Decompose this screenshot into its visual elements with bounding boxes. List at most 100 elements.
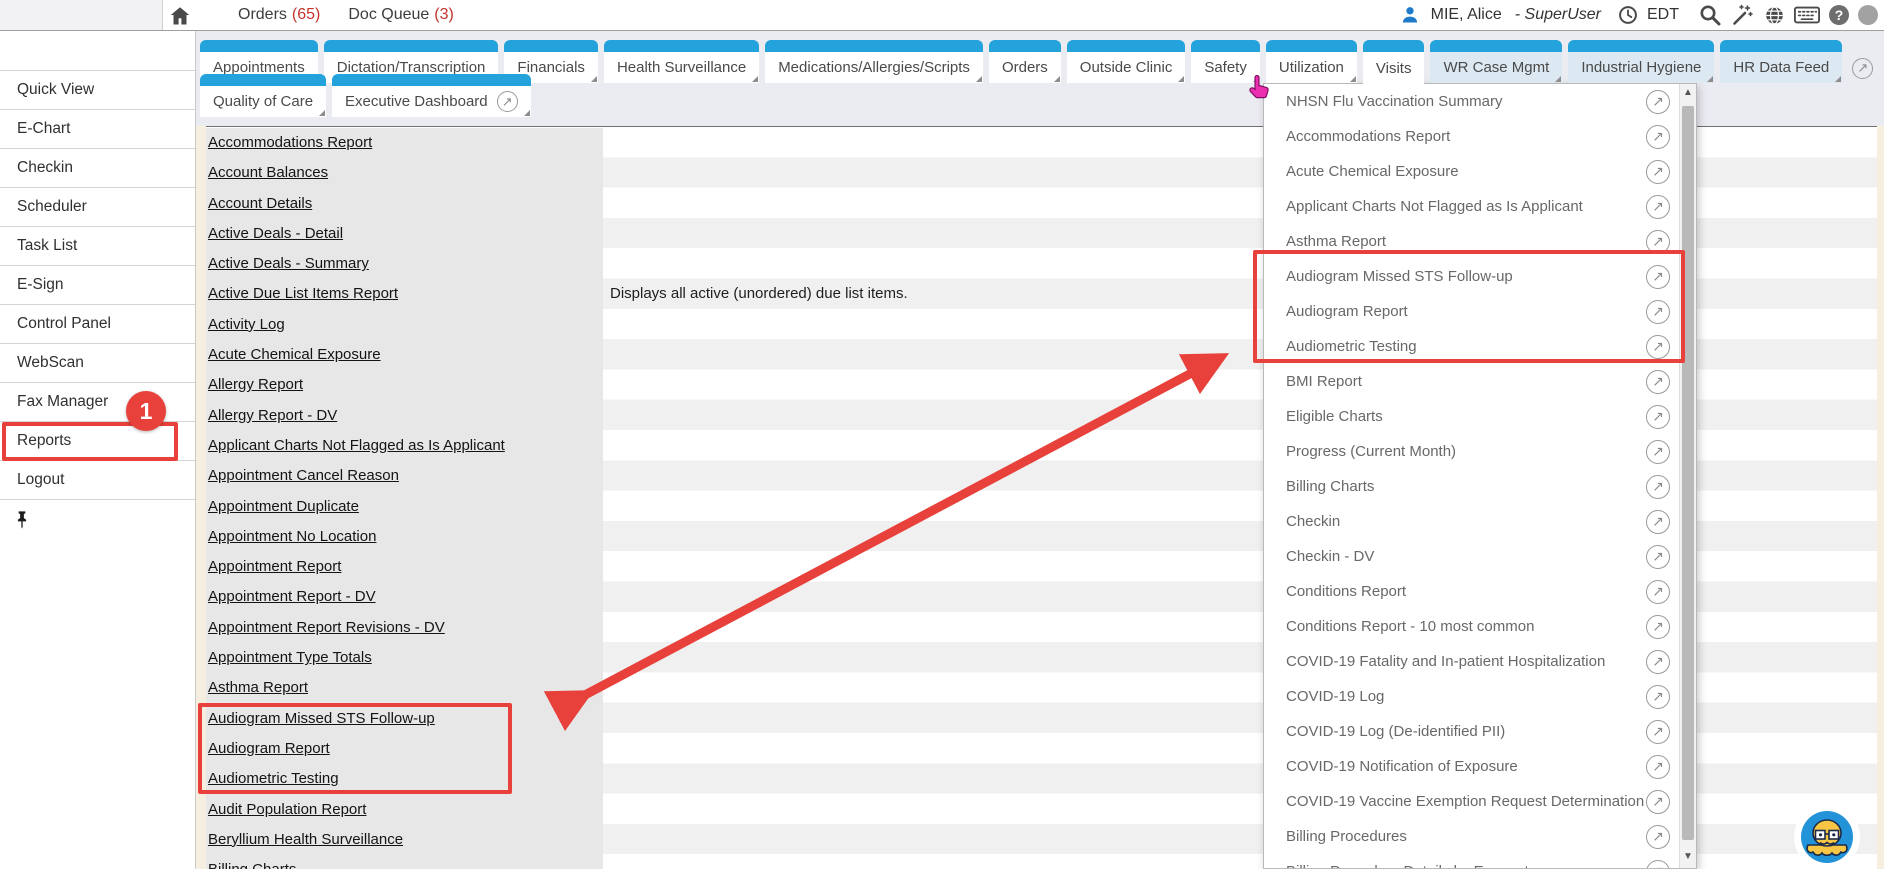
dropdown-item[interactable]: COVID-19 Notification of Exposure ↗: [1264, 749, 1679, 784]
external-link-icon[interactable]: ↗: [1646, 580, 1670, 604]
report-link[interactable]: Active Deals - Summary: [206, 249, 603, 279]
dropdown-item[interactable]: Applicant Charts Not Flagged as Is Appli…: [1264, 189, 1679, 224]
report-link[interactable]: Activity Log: [206, 310, 603, 340]
tab-hr-data-feed[interactable]: HR Data Feed: [1720, 40, 1842, 83]
report-link[interactable]: Appointment Type Totals: [206, 643, 603, 673]
tab-wr-case-mgmt[interactable]: WR Case Mgmt: [1430, 40, 1562, 83]
dropdown-item[interactable]: Conditions Report - 10 most common ↗: [1264, 609, 1679, 644]
scrollbar-thumb[interactable]: [1682, 106, 1694, 840]
dropdown-item[interactable]: Billing Procedure Details by Encounter ↗: [1264, 854, 1679, 868]
external-link-icon[interactable]: ↗: [1646, 510, 1670, 534]
external-link-icon[interactable]: ↗: [1646, 335, 1670, 359]
external-link-icon[interactable]: ↗: [1646, 265, 1670, 289]
report-link[interactable]: Appointment Duplicate: [206, 492, 603, 522]
sidebar-item[interactable]: E-Chart: [0, 110, 195, 149]
sidebar-item[interactable]: Quick View: [0, 71, 195, 110]
external-link-icon[interactable]: ↗: [1646, 615, 1670, 639]
report-link[interactable]: Account Details: [206, 189, 603, 219]
sidebar-item[interactable]: Fax Manager: [0, 383, 195, 422]
report-link[interactable]: Active Due List Items Report: [206, 279, 603, 309]
dropdown-item[interactable]: BMI Report ↗: [1264, 364, 1679, 399]
external-link-icon[interactable]: ↗: [1646, 545, 1670, 569]
sidebar-item[interactable]: Reports: [0, 422, 195, 461]
tab-visits[interactable]: Visits: [1363, 40, 1425, 85]
nav-orders[interactable]: Orders (65): [238, 6, 320, 24]
sidebar-item[interactable]: Task List: [0, 227, 195, 266]
tab-utilization[interactable]: Utilization: [1266, 40, 1357, 83]
report-link[interactable]: Active Deals - Detail: [206, 219, 603, 249]
report-link[interactable]: Account Balances: [206, 158, 603, 188]
external-link-icon[interactable]: ↗: [1646, 160, 1670, 184]
dropdown-item[interactable]: Billing Procedures ↗: [1264, 819, 1679, 854]
external-link-icon[interactable]: ↗: [1646, 685, 1670, 709]
external-link-icon[interactable]: ↗: [1646, 790, 1670, 814]
helper-mascot-icon[interactable]: [1794, 804, 1860, 869]
tab-quality-of-care[interactable]: Quality of Care: [200, 74, 326, 117]
report-link[interactable]: Asthma Report: [206, 673, 603, 703]
report-link[interactable]: Appointment Report: [206, 552, 603, 582]
external-link-icon[interactable]: ↗: [1646, 370, 1670, 394]
sidebar-item[interactable]: Control Panel: [0, 305, 195, 344]
report-link[interactable]: Allergy Report - DV: [206, 401, 603, 431]
dropdown-item[interactable]: Checkin ↗: [1264, 504, 1679, 539]
pin-icon[interactable]: [14, 510, 30, 530]
external-link-icon[interactable]: ↗: [1646, 195, 1670, 219]
report-link[interactable]: Audiogram Missed STS Follow-up: [206, 704, 603, 734]
dropdown-item[interactable]: Acute Chemical Exposure ↗: [1264, 154, 1679, 189]
home-icon[interactable]: [168, 4, 192, 28]
scroll-down-icon[interactable]: ▼: [1680, 851, 1696, 862]
tab-industrial-hygiene[interactable]: Industrial Hygiene: [1568, 40, 1714, 83]
dropdown-item[interactable]: Billing Charts ↗: [1264, 469, 1679, 504]
external-link-icon[interactable]: ↗: [1646, 405, 1670, 429]
external-link-icon[interactable]: ↗: [497, 91, 518, 112]
report-link[interactable]: Applicant Charts Not Flagged as Is Appli…: [206, 431, 603, 461]
external-link-icon[interactable]: ↗: [1646, 720, 1670, 744]
report-link[interactable]: Appointment No Location: [206, 522, 603, 552]
external-link-icon[interactable]: ↗: [1646, 90, 1670, 114]
dropdown-item[interactable]: Audiogram Missed STS Follow-up ↗: [1264, 259, 1679, 294]
report-link[interactable]: Beryllium Health Surveillance: [206, 825, 603, 855]
help-icon[interactable]: ?: [1829, 5, 1849, 25]
report-link[interactable]: Audiometric Testing: [206, 764, 603, 794]
report-link[interactable]: Appointment Report - DV: [206, 582, 603, 612]
dropdown-item[interactable]: Accommodations Report ↗: [1264, 119, 1679, 154]
dropdown-item[interactable]: Conditions Report ↗: [1264, 574, 1679, 609]
wand-icon[interactable]: [1731, 3, 1755, 27]
tab-medications-allergies-scripts[interactable]: Medications/Allergies/Scripts: [765, 40, 983, 83]
report-link[interactable]: Allergy Report: [206, 370, 603, 400]
dropdown-scrollbar[interactable]: ▲ ▼: [1679, 84, 1696, 868]
dropdown-item[interactable]: COVID-19 Log (De-identified PII) ↗: [1264, 714, 1679, 749]
sidebar-item[interactable]: E-Sign: [0, 266, 195, 305]
tab-safety[interactable]: Safety: [1191, 40, 1260, 83]
sidebar-item[interactable]: Scheduler: [0, 188, 195, 227]
report-link[interactable]: Billing Charts: [206, 855, 603, 869]
scroll-up-icon[interactable]: ▲: [1680, 87, 1696, 98]
dropdown-item[interactable]: COVID-19 Vaccine Exemption Request Deter…: [1264, 784, 1679, 819]
search-icon[interactable]: [1698, 3, 1722, 27]
user-name[interactable]: MIE, Alice: [1431, 6, 1502, 24]
user-icon[interactable]: [1400, 5, 1420, 25]
nav-doc-queue[interactable]: Doc Queue (3): [348, 6, 454, 24]
dropdown-item[interactable]: COVID-19 Log ↗: [1264, 679, 1679, 714]
external-link-icon[interactable]: ↗: [1646, 860, 1670, 869]
external-link-icon[interactable]: ↗: [1646, 125, 1670, 149]
report-link[interactable]: Appointment Cancel Reason: [206, 461, 603, 491]
keyboard-icon[interactable]: [1794, 5, 1820, 25]
dropdown-item[interactable]: COVID-19 Fatality and In-patient Hospita…: [1264, 644, 1679, 679]
report-link[interactable]: Acute Chemical Exposure: [206, 340, 603, 370]
external-link-icon[interactable]: ↗: [1646, 440, 1670, 464]
dropdown-item[interactable]: Asthma Report ↗: [1264, 224, 1679, 259]
tab-health-surveillance[interactable]: Health Surveillance: [604, 40, 759, 83]
dropdown-item[interactable]: Eligible Charts ↗: [1264, 399, 1679, 434]
report-link[interactable]: Audiogram Report: [206, 734, 603, 764]
external-link-icon[interactable]: ↗: [1852, 58, 1873, 79]
external-link-icon[interactable]: ↗: [1646, 825, 1670, 849]
report-link[interactable]: Accommodations Report: [206, 128, 603, 158]
dropdown-item[interactable]: Progress (Current Month) ↗: [1264, 434, 1679, 469]
tab-orders[interactable]: Orders: [989, 40, 1061, 83]
external-link-icon[interactable]: ↗: [1646, 755, 1670, 779]
clock-icon[interactable]: [1618, 5, 1638, 25]
globe-icon[interactable]: [1764, 5, 1785, 26]
dropdown-item[interactable]: Audiogram Report ↗: [1264, 294, 1679, 329]
sidebar-item[interactable]: Checkin: [0, 149, 195, 188]
